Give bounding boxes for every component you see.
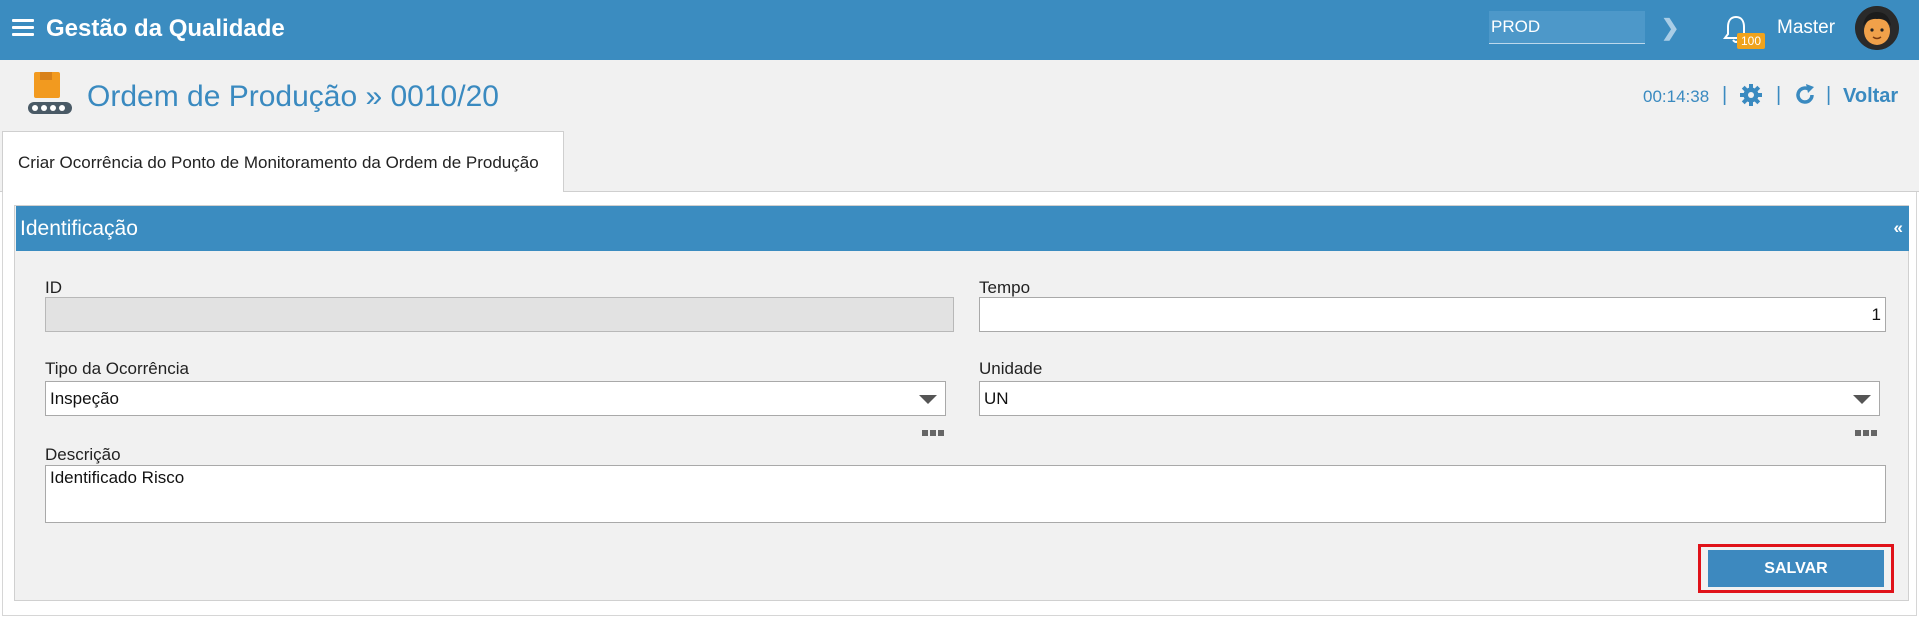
notification-badge: 100 — [1737, 33, 1766, 49]
tipo-ocorrencia-label: Tipo da Ocorrência — [45, 359, 189, 378]
descricao-textarea[interactable]: Identificado Risco — [45, 465, 1886, 523]
header-separator: | — [1826, 84, 1832, 106]
avatar[interactable] — [1855, 6, 1899, 50]
tab-strip: Criar Ocorrência do Ponto de Monitoramen… — [0, 131, 1919, 193]
tipo-ocorrencia-value: Inspeção — [50, 389, 119, 408]
production-conveyor-icon — [28, 72, 72, 114]
unidade-label: Unidade — [979, 359, 1043, 378]
save-button[interactable]: SALVAR — [1708, 550, 1884, 587]
caret-down-icon[interactable] — [1853, 395, 1871, 404]
more-options-icon[interactable] — [1855, 423, 1879, 436]
unidade-value: UN — [984, 389, 1009, 408]
app-title: Gestão da Qualidade — [46, 15, 285, 42]
tempo-field[interactable] — [979, 297, 1886, 332]
user-name[interactable]: Master — [1777, 17, 1835, 39]
descricao-label: Descrição — [45, 445, 121, 464]
collapse-icon[interactable]: « — [1894, 218, 1903, 238]
refresh-icon[interactable] — [1793, 83, 1817, 107]
session-timer: 00:14:38 — [1643, 87, 1710, 106]
page-title: Ordem de Produção » 0010/20 — [87, 80, 499, 113]
chevron-right-icon[interactable]: ❯ — [1661, 15, 1679, 41]
more-options-icon[interactable] — [922, 423, 946, 436]
page-header: Ordem de Produção » 0010/20 00:14:38 | |… — [0, 60, 1919, 132]
section-title: Identificação — [20, 217, 138, 240]
header-separator: | — [1776, 84, 1782, 106]
tipo-ocorrencia-select[interactable]: Inspeção — [45, 381, 946, 416]
unidade-select[interactable]: UN — [979, 381, 1880, 416]
gear-icon[interactable] — [1739, 83, 1763, 107]
back-link[interactable]: Voltar — [1843, 85, 1898, 108]
environment-input[interactable] — [1489, 11, 1645, 44]
tab-criar-ocorrencia[interactable]: Criar Ocorrência do Ponto de Monitoramen… — [2, 131, 564, 193]
caret-down-icon[interactable] — [919, 395, 937, 404]
tempo-label: Tempo — [979, 278, 1031, 297]
id-label: ID — [45, 278, 62, 297]
top-bar: Gestão da Qualidade ❯ 100 Master — [0, 0, 1919, 60]
hamburger-menu-icon[interactable] — [12, 19, 34, 37]
header-separator: | — [1722, 84, 1728, 106]
id-field — [45, 297, 954, 332]
section-header[interactable]: Identificação « — [16, 206, 1909, 251]
